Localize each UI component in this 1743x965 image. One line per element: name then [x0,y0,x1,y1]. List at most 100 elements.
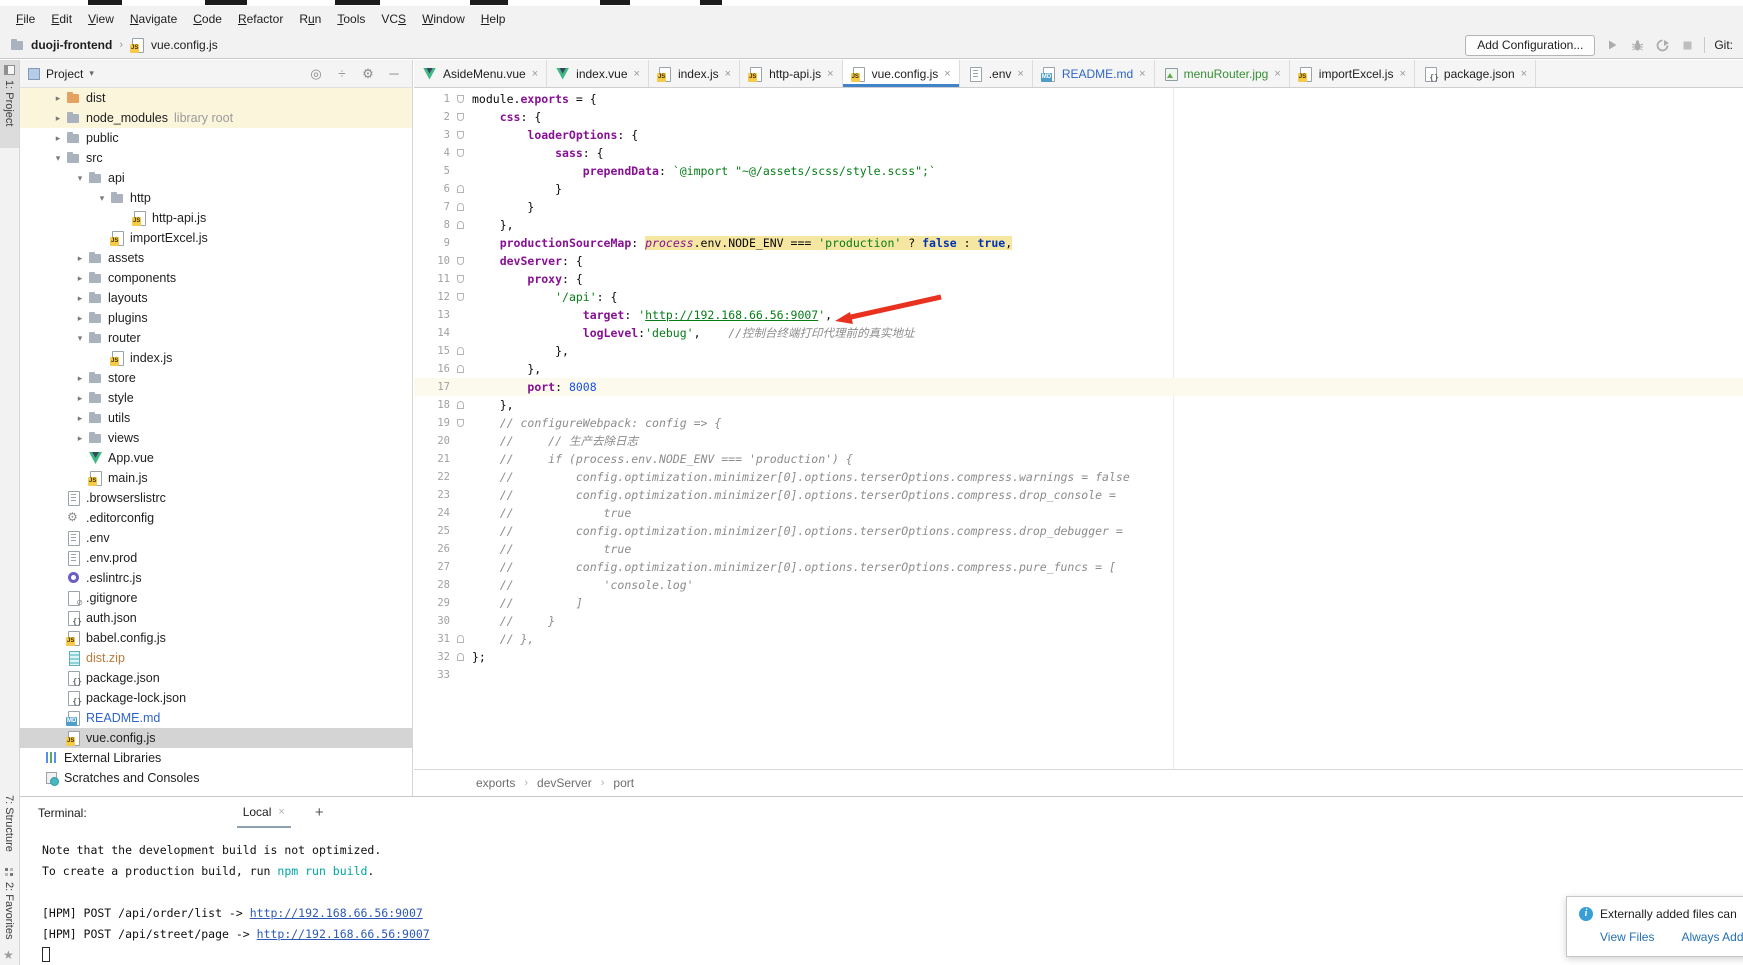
tab-close-icon[interactable]: × [1139,68,1145,80]
menu-view[interactable]: View [80,8,122,30]
menu-run[interactable]: Run [291,8,329,30]
tree-item-public[interactable]: ▸public [20,128,412,148]
tab-http-api-js[interactable]: http-api.js× [740,60,842,87]
fold-marker-icon[interactable] [450,648,470,666]
tab-index-js[interactable]: index.js× [649,60,740,87]
tree-item-layouts[interactable]: ▸layouts [20,288,412,308]
run-icon[interactable] [1604,37,1620,53]
view-files-link[interactable]: View Files [1600,930,1654,944]
tab-close-icon[interactable]: × [1399,68,1405,80]
tree-item-plugins[interactable]: ▸plugins [20,308,412,328]
tree-item-assets[interactable]: ▸assets [20,248,412,268]
structure-icon[interactable] [5,868,13,876]
tree-item-eslintrc-js[interactable]: .eslintrc.js [20,568,412,588]
tree-item-dist-zip[interactable]: dist.zip [20,648,412,668]
tree-chevron-icon[interactable]: ▸ [72,373,88,384]
menu-vcs[interactable]: VCS [373,8,414,30]
terminal-tab-local[interactable]: Local × [237,797,291,828]
always-add-link[interactable]: Always Add [1681,930,1743,944]
tree-chevron-icon[interactable]: ▸ [72,273,88,284]
tree-item-importexcel-js[interactable]: importExcel.js [20,228,412,248]
tree-item-package-json[interactable]: package.json [20,668,412,688]
add-configuration-button[interactable]: Add Configuration... [1465,35,1595,56]
tab-close-icon[interactable]: × [1274,68,1280,80]
tree-item-router[interactable]: ▾router [20,328,412,348]
project-panel-title[interactable]: Project [46,67,83,81]
tree-item-main-js[interactable]: main.js [20,468,412,488]
tree-item-gitignore[interactable]: .gitignore [20,588,412,608]
tab-index-vue[interactable]: index.vue× [547,60,649,87]
fold-marker-icon[interactable] [450,216,470,234]
stop-icon[interactable] [1679,37,1695,53]
tab-close-icon[interactable]: × [827,68,833,80]
hide-panel-icon[interactable]: ─ [384,66,404,81]
fold-marker-icon[interactable] [450,144,470,162]
tree-chevron-icon[interactable]: ▸ [50,113,66,124]
fold-marker-icon[interactable] [450,126,470,144]
tab-close-icon[interactable]: × [532,68,538,80]
tab-vue-config-js[interactable]: vue.config.js× [843,60,960,87]
tree-item-vue-config-js[interactable]: vue.config.js [20,728,412,748]
fold-marker-icon[interactable] [450,90,470,108]
tree-item-env[interactable]: .env [20,528,412,548]
code-editor[interactable]: 1module.exports = {2 css: {3 loaderOptio… [414,88,1743,769]
terminal-output[interactable]: Note that the development build is not o… [20,828,1743,965]
tree-item-http-api-js[interactable]: http-api.js [20,208,412,228]
debug-icon[interactable] [1629,37,1645,53]
tree-item-components[interactable]: ▸components [20,268,412,288]
tree-chevron-icon[interactable]: ▸ [72,433,88,444]
git-branch-label[interactable]: Git: [1714,38,1733,52]
tab-importexcel-js[interactable]: importExcel.js× [1290,60,1415,87]
chevron-down-icon[interactable]: ▾ [89,68,94,79]
gear-icon[interactable]: ⚙ [358,66,378,82]
breadcrumb-file[interactable]: vue.config.js [151,38,218,52]
tree-item-index-js[interactable]: index.js [20,348,412,368]
fold-marker-icon[interactable] [450,180,470,198]
tree-chevron-icon[interactable]: ▸ [50,93,66,104]
tree-item-app-vue[interactable]: App.vue [20,448,412,468]
tab-env[interactable]: .env× [960,60,1033,87]
tree-item-http[interactable]: ▾http [20,188,412,208]
stripe-structure-label[interactable]: 7: Structure [3,795,15,852]
fold-marker-icon[interactable] [450,108,470,126]
stripe-favorites-label[interactable]: 2: Favorites [3,882,15,939]
coverage-icon[interactable] [1654,37,1670,53]
tree-chevron-icon[interactable]: ▾ [50,153,66,164]
tree-chevron-icon[interactable]: ▸ [50,133,66,144]
fold-marker-icon[interactable] [450,198,470,216]
close-icon[interactable]: × [278,806,284,818]
new-terminal-session-icon[interactable]: + [315,804,324,821]
tab-close-icon[interactable]: × [1017,68,1023,80]
tree-item-babel-config-js[interactable]: babel.config.js [20,628,412,648]
tree-item-utils[interactable]: ▸utils [20,408,412,428]
tree-chevron-icon[interactable]: ▸ [72,313,88,324]
tree-item-package-lock-json[interactable]: package-lock.json [20,688,412,708]
fold-marker-icon[interactable] [450,396,470,414]
tree-item-external-libraries[interactable]: External Libraries [20,748,412,768]
tree-chevron-icon[interactable]: ▾ [72,333,88,344]
collapse-all-icon[interactable]: ÷ [332,66,352,81]
favorites-star-icon[interactable]: ★ [3,948,14,962]
tab-package-json[interactable]: package.json× [1415,60,1536,87]
breadcrumb-devserver[interactable]: devServer [537,776,592,790]
tab-menurouter-jpg[interactable]: menuRouter.jpg× [1155,60,1290,87]
tree-item-store[interactable]: ▸store [20,368,412,388]
tree-chevron-icon[interactable]: ▸ [72,413,88,424]
tree-item-browserslistrc[interactable]: .browserslistrc [20,488,412,508]
fold-marker-icon[interactable] [450,342,470,360]
tree-chevron-icon[interactable]: ▾ [94,193,110,204]
tree-item-style[interactable]: ▸style [20,388,412,408]
menu-help[interactable]: Help [473,8,514,30]
menu-edit[interactable]: Edit [43,8,80,30]
menu-navigate[interactable]: Navigate [122,8,185,30]
tree-item-dist[interactable]: ▸dist [20,88,412,108]
tab-close-icon[interactable]: × [1521,68,1527,80]
locate-icon[interactable]: ◎ [306,66,326,82]
terminal-link[interactable]: http://192.168.66.56:9007 [250,906,423,920]
breadcrumb-project[interactable]: duoji-frontend [31,38,112,52]
breadcrumb-port[interactable]: port [613,776,634,790]
tree-chevron-icon[interactable]: ▸ [72,393,88,404]
tree-item-views[interactable]: ▸views [20,428,412,448]
tree-item-env-prod[interactable]: .env.prod [20,548,412,568]
tree-chevron-icon[interactable]: ▾ [72,173,88,184]
